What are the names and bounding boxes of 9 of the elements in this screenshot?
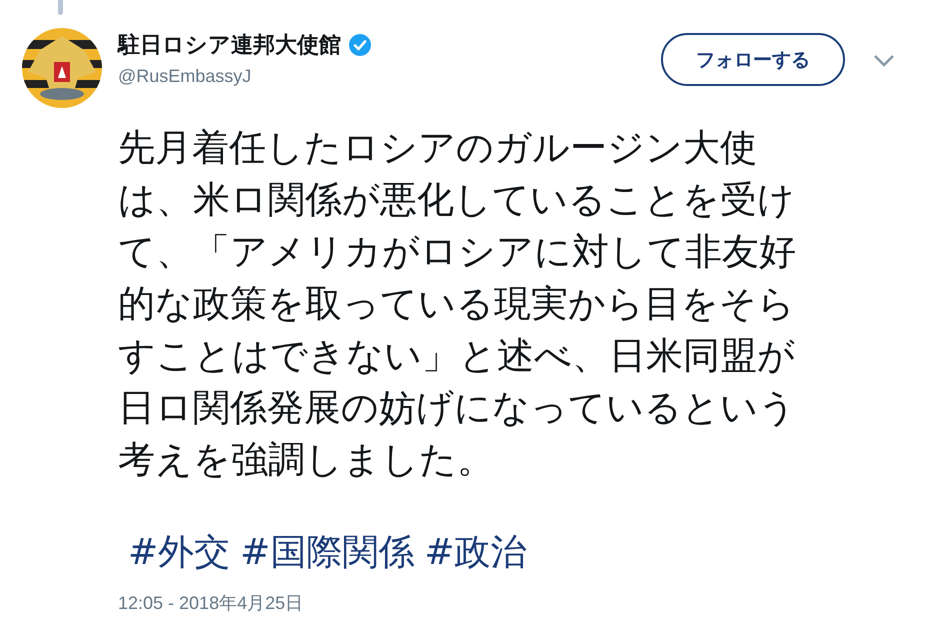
hashtag-link[interactable]: #外交	[128, 528, 230, 577]
hashtag-link[interactable]: #国際関係	[240, 528, 414, 577]
account-name[interactable]: 駐日ロシア連邦大使館	[118, 30, 341, 60]
hashtag-link[interactable]: #政治	[424, 528, 527, 577]
account-handle[interactable]: @RusEmbassyJ	[118, 66, 371, 87]
chevron-down-icon[interactable]	[873, 54, 895, 68]
tweet-text: 先月着任したロシアのガルージン大使 は、米ロ関係が悪化していることを受け て、「アメリカがロシアに対して非友好 的な政策を取っている現実から目をそら すことはできない」と述べ、日米同盟が 日ロ関係発展の妨げになっているという 考えを強調しました。	[118, 125, 797, 483]
follow-button[interactable]: フォローする	[661, 33, 845, 86]
tweet-timestamp[interactable]: 12:05 - 2018年4月25日	[118, 591, 925, 615]
